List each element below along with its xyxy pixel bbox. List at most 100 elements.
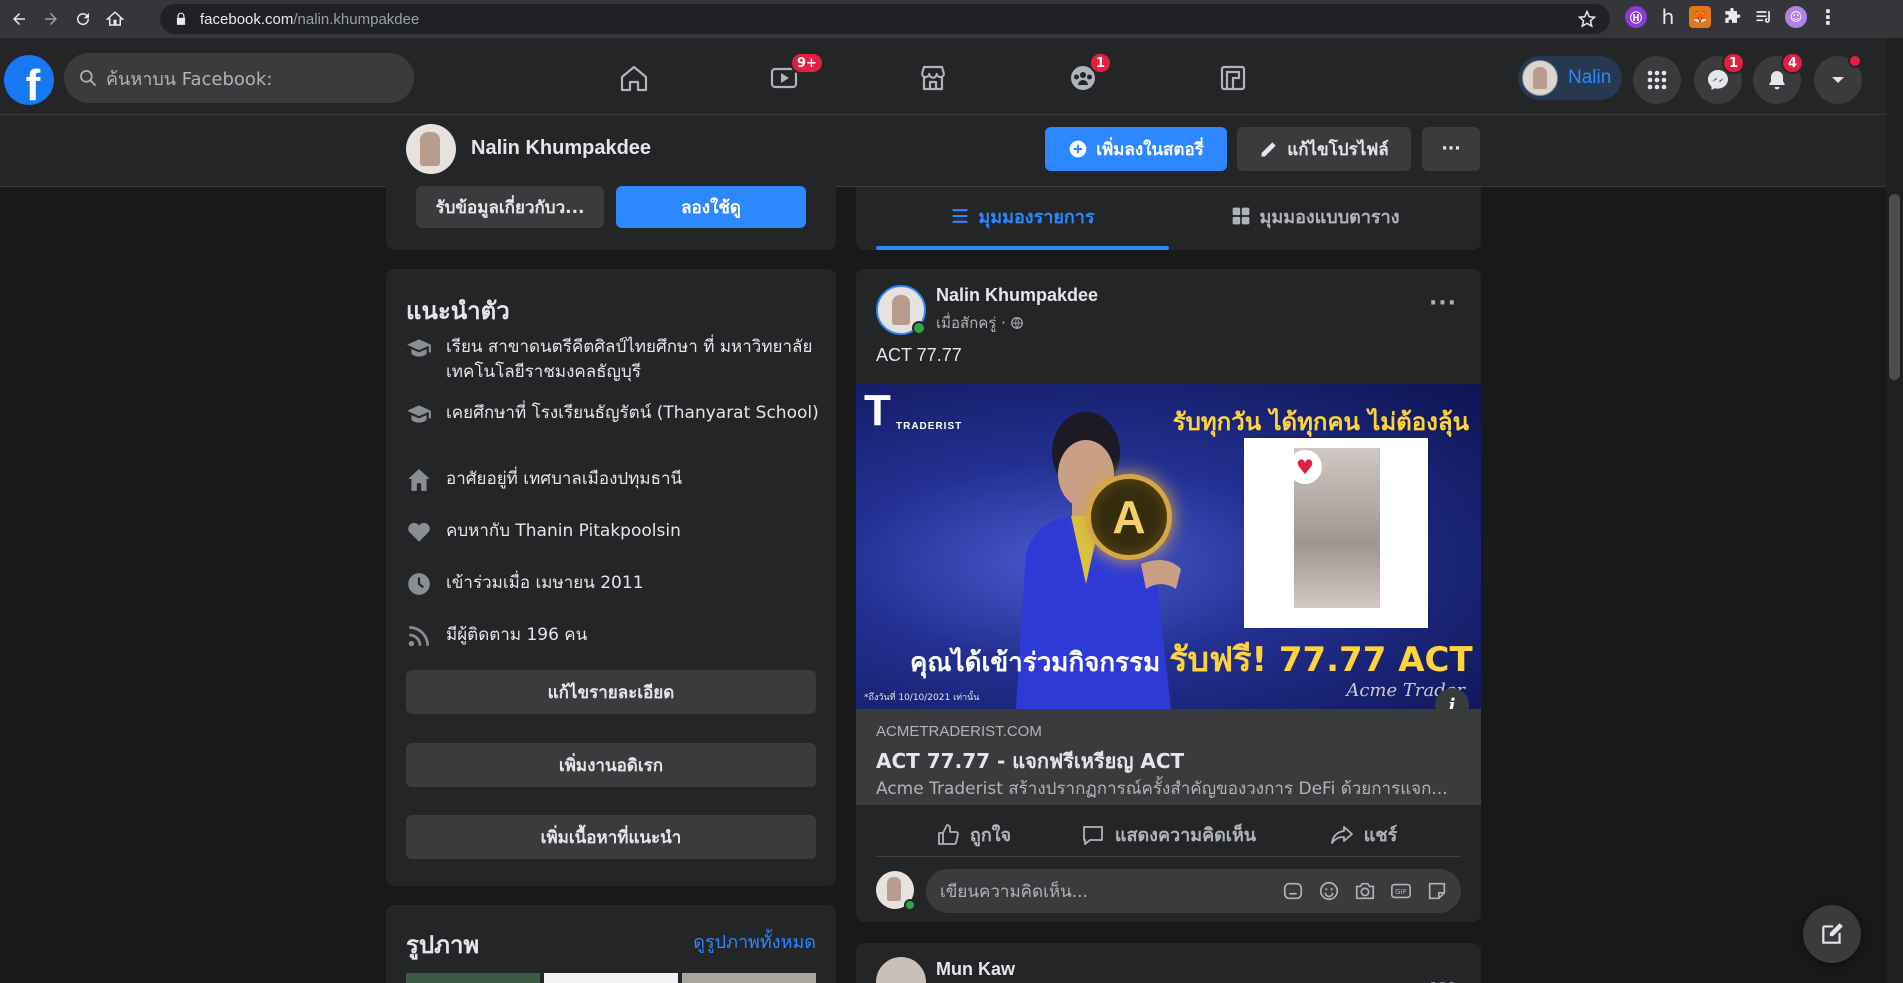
messenger-icon[interactable]: 1 (1694, 52, 1746, 104)
post-author-avatar[interactable] (876, 957, 926, 983)
browser-menu-icon[interactable]: ⋮ (1817, 5, 1839, 29)
avatar-sticker-icon[interactable] (1281, 879, 1305, 903)
add-hobbies-button[interactable]: เพิ่มงานอดิเรก (406, 743, 816, 787)
nav-gaming-icon[interactable] (1213, 58, 1253, 98)
tab-list-view[interactable]: มุมมองรายการ (876, 194, 1169, 238)
intro-card: แนะนำตัว เรียน สาขาดนตรีคีตศิลป์ไทยศึกษา… (386, 269, 836, 886)
photo-thumbnail[interactable] (682, 973, 816, 983)
get-info-button[interactable]: รับข้อมูลเกี่ยวกับว... (416, 186, 604, 228)
photo-thumbnail[interactable] (406, 973, 540, 983)
intro-title: แนะนำตัว (406, 297, 510, 325)
nav-watch-icon[interactable]: 9+ (764, 52, 824, 98)
back-icon[interactable] (6, 6, 32, 32)
online-status-dot (912, 321, 926, 335)
traderist-logo: T TRADERIST (864, 386, 963, 435)
account-dropdown-icon[interactable] (1814, 54, 1862, 104)
avatar (1522, 60, 1558, 96)
intro-item-relationship: คบหากับ Thanin Pitakpoolsin (406, 519, 826, 545)
post-link-image[interactable]: T TRADERIST รับทุกวัน ได้ทุกคน ไม่ต้องลุ… (856, 384, 1481, 709)
profile-shortcut[interactable]: Nalin (1518, 56, 1622, 100)
tab-grid-view[interactable]: มุมมองแบบตาราง (1169, 194, 1462, 238)
menu-grid-icon[interactable] (1633, 56, 1681, 104)
see-all-photos-link[interactable]: ดูรูปภาพทั้งหมด (693, 927, 816, 956)
divider (856, 186, 1481, 194)
add-featured-button[interactable]: เพิ่มเนื้อหาที่แนะนำ (406, 815, 816, 859)
post-options-icon[interactable]: ··· (1425, 967, 1461, 983)
profile-name[interactable]: Nalin Khumpakdee (471, 137, 651, 160)
nav-groups-icon[interactable]: 1 (1063, 52, 1113, 98)
ad-call-to-action: คุณได้เข้าร่วมกิจกรรม รับฟรี! 77.77 ACT (910, 640, 1473, 680)
camera-icon[interactable] (1353, 879, 1377, 903)
post-timestamp[interactable]: เมื่อสักครู่ · (936, 311, 1024, 335)
edit-details-button[interactable]: แก้ไขรายละเอียด (406, 670, 816, 714)
bookmark-star-icon[interactable] (1578, 10, 1596, 28)
extensions-area: Ⓗ h 🦊 ☺ ⋮ (1625, 5, 1839, 29)
intro-item-joined: เข้าร่วมเมื่อ เมษายน 2011 (406, 571, 826, 597)
home-browser-icon[interactable] (102, 6, 128, 32)
comment-input[interactable]: เขียนความคิดเห็น... GIF (926, 869, 1461, 913)
extension-h-icon[interactable]: h (1657, 5, 1679, 29)
intro-item-school: เคยศึกษาที่ โรงเรียนธัญรัตน์ (Thanyarat … (406, 401, 826, 427)
gif-icon[interactable]: GIF (1389, 879, 1413, 903)
post-author-name[interactable]: Nalin Khumpakdee (936, 285, 1098, 306)
nav-marketplace-icon[interactable] (913, 58, 953, 98)
info-prompt-card: รับข้อมูลเกี่ยวกับว... ลองใช้ดู (386, 186, 836, 250)
heart-icon: ♥ (1288, 450, 1322, 484)
link-title: ACT 77.77 - แจกฟรีเหรียญ ACT (876, 749, 1185, 773)
like-button[interactable]: ถูกใจ (876, 813, 1071, 856)
comment-composer: เขียนความคิดเห็น... GIF (876, 869, 1461, 913)
nav-home-icon[interactable] (614, 58, 654, 98)
search-input[interactable]: ค้นหาบน Facebook: (64, 53, 414, 103)
post-options-icon[interactable]: ··· (1425, 285, 1461, 321)
new-message-button[interactable] (1803, 905, 1861, 963)
svg-text:GIF: GIF (1395, 887, 1407, 896)
list-icon (952, 209, 968, 223)
profile-avatar[interactable] (406, 124, 456, 174)
forward-icon[interactable] (38, 6, 64, 32)
reading-list-icon[interactable] (1753, 6, 1775, 28)
scrollbar-thumb[interactable] (1889, 194, 1900, 380)
try-it-button[interactable]: ลองใช้ดู (616, 186, 806, 228)
post-card: Nalin Khumpakdee เมื่อสักครู่ · ··· ACT … (856, 269, 1481, 922)
extensions-puzzle-icon[interactable] (1721, 6, 1743, 28)
compose-icon (1822, 923, 1843, 944)
reload-icon[interactable] (70, 6, 96, 32)
pencil-icon (1261, 142, 1276, 157)
notifications-bell-icon[interactable]: 4 (1753, 52, 1805, 104)
groups-badge: 1 (1089, 52, 1113, 74)
ad-photo-frame: ♥ (1244, 438, 1428, 628)
link-preview[interactable]: ACMETRADERIST.COM ACT 77.77 - แจกฟรีเหรี… (856, 709, 1481, 805)
url-path: /nalin.khumpakdee (293, 10, 420, 28)
photo-thumbnail[interactable] (544, 973, 678, 983)
browser-toolbar: facebook.com/nalin.khumpakdee Ⓗ h 🦊 ☺ ⋮ (0, 0, 1903, 38)
notifications-badge: 4 (1781, 52, 1805, 74)
share-icon (1330, 825, 1353, 844)
profile-shortcut-name: Nalin (1568, 67, 1612, 88)
sticker-icon[interactable] (1425, 879, 1449, 903)
browser-profile-avatar[interactable]: ☺ (1785, 6, 1807, 28)
post-card: Mun Kaw ··· (856, 943, 1481, 983)
graduation-cap-icon (406, 335, 432, 361)
post-author-name[interactable]: Mun Kaw (936, 959, 1015, 980)
search-icon (80, 70, 97, 87)
share-button[interactable]: แชร์ (1266, 813, 1461, 856)
link-description: Acme Traderist สร้างปรากฏการณ์ครั้งสำคัญ… (876, 779, 1448, 799)
profile-sticky-bar: Nalin Khumpakdee เพิ่มลงในสตอรี่ แก้ไขโป… (0, 115, 1886, 187)
comment-button[interactable]: แสดงความคิดเห็น (1071, 813, 1266, 856)
active-tab-indicator (876, 246, 1169, 250)
messenger-badge: 1 (1722, 52, 1746, 74)
emoji-icon[interactable] (1317, 879, 1341, 903)
add-to-story-button[interactable]: เพิ่มลงในสตอรี่ (1045, 127, 1227, 171)
extension-1-icon[interactable]: Ⓗ (1625, 6, 1647, 28)
facebook-top-nav: f ค้นหาบน Facebook: 9+ 1 Nalin 1 4 (0, 38, 1886, 115)
page-scrollbar[interactable] (1886, 38, 1903, 983)
facebook-logo[interactable]: f (4, 55, 54, 105)
edit-profile-button[interactable]: แก้ไขโปรไฟล์ (1237, 127, 1411, 171)
address-bar[interactable]: facebook.com/nalin.khumpakdee (160, 4, 1610, 34)
ad-headline: รับทุกวัน ได้ทุกคน ไม่ต้องลุ้น (1172, 408, 1469, 436)
profile-more-button[interactable]: ··· (1422, 127, 1480, 171)
online-status-dot (904, 899, 916, 911)
metamask-fox-icon[interactable]: 🦊 (1689, 6, 1711, 28)
intro-item-lives: อาศัยอยู่ที่ เทศบาลเมืองปทุมธานี (406, 467, 826, 493)
watch-badge: 9+ (790, 52, 824, 74)
